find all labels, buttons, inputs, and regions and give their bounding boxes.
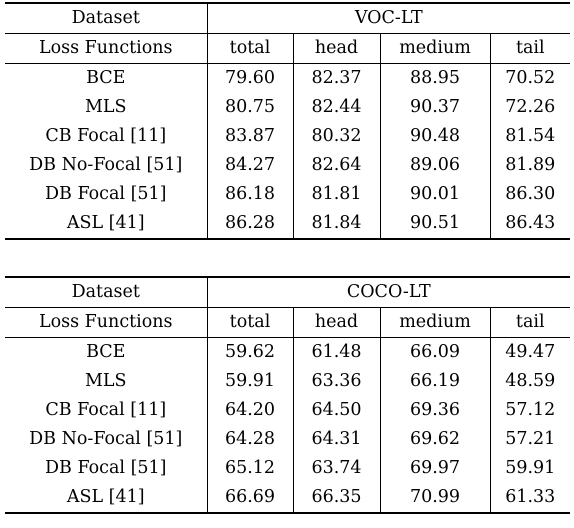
voc-cell-0-medium: 88.95 <box>379 63 490 93</box>
coco-column-header-row: Loss Functions total head medium tail <box>5 307 571 338</box>
voc-cell-3-total: 84.27 <box>224 154 276 175</box>
coco-col-header-tail: tail <box>489 307 571 338</box>
coco-cell-2-head: 64.50 <box>292 396 380 425</box>
coco-cell-3-head: 64.31 <box>292 425 380 454</box>
voc-row-header-label: Loss Functions <box>5 33 208 64</box>
table-row: MLS 59.91 63.36 66.19 48.59 <box>5 367 571 396</box>
voc-cell-5-total: 86.28 <box>207 209 293 240</box>
coco-cell-3-tail: 57.21 <box>489 425 571 454</box>
coco-cell-0-tail: 49.47 <box>489 337 571 367</box>
table-row: CB Focal [11] 83.87 80.32 90.48 81.54 <box>5 122 571 151</box>
coco-cell-5-total: 66.69 <box>207 483 293 514</box>
voc-cell-0-total: 79.60 <box>207 63 293 93</box>
coco-cell-0-head: 61.48 <box>292 337 380 367</box>
coco-cell-0-total: 59.62 <box>207 337 293 367</box>
coco-lt-table: Dataset COCO-LT Loss Functions total hea… <box>5 276 571 514</box>
voc-dataset-header-row: Dataset VOC-LT <box>5 2 571 34</box>
coco-cell-4-total: 65.12 <box>224 457 276 478</box>
voc-corner-label: Dataset <box>5 2 208 34</box>
coco-corner-label: Dataset <box>5 276 208 308</box>
table-row: BCE 59.62 61.48 66.09 49.47 <box>5 337 571 367</box>
voc-cell-4-medium: 90.01 <box>379 180 490 209</box>
coco-cell-0-medium: 66.09 <box>379 337 490 367</box>
voc-cell-1-tail: 72.26 <box>489 93 571 122</box>
results-tables-page: Dataset VOC-LT Loss Functions total head… <box>0 0 574 528</box>
coco-dataset-name: COCO-LT <box>207 276 571 308</box>
voc-cell-2-medium: 90.48 <box>379 122 490 151</box>
voc-cell-4-tail: 86.30 <box>489 180 571 209</box>
coco-dataset-header-row: Dataset COCO-LT <box>5 276 571 308</box>
voc-cell-4-head: 81.81 <box>292 180 380 209</box>
table-row: DB No-Focal [51] 84.27 82.64 89.06 81.89 <box>5 151 571 180</box>
voc-cell-1-medium: 90.37 <box>379 93 490 122</box>
voc-row-label-4: DB Focal [51] <box>5 180 208 209</box>
coco-cell-4-medium: 69.97 <box>379 454 490 483</box>
table-row: MLS 80.75 82.44 90.37 72.26 <box>5 93 571 122</box>
coco-cell-3-total: 64.28 <box>224 428 276 449</box>
coco-cell-5-tail: 61.33 <box>489 483 571 514</box>
voc-dataset-name: VOC-LT <box>207 2 571 34</box>
voc-cell-5-head: 81.84 <box>292 209 380 240</box>
voc-cell-3-tail: 81.89 <box>489 151 571 180</box>
table-row: DB No-Focal [51] 64.28 64.31 69.62 57.21 <box>5 425 571 454</box>
voc-row-label-0: BCE <box>5 63 208 93</box>
voc-cell-3-head: 82.64 <box>292 151 380 180</box>
coco-row-label-2: CB Focal [11] <box>5 396 208 425</box>
table-row: ASL [41] 86.28 81.84 90.51 86.43 <box>5 209 571 240</box>
coco-cell-5-head: 66.35 <box>292 483 380 514</box>
coco-cell-4-head: 63.74 <box>292 454 380 483</box>
voc-cell-0-head: 82.37 <box>292 63 380 93</box>
voc-cell-1-head: 82.44 <box>292 93 380 122</box>
voc-cell-5-medium: 90.51 <box>379 209 490 240</box>
voc-row-label-3: DB No-Focal [51] <box>5 151 208 180</box>
table-row: DB Focal [51] 86.18 81.81 90.01 86.30 <box>5 180 571 209</box>
coco-cell-1-tail: 48.59 <box>489 367 571 396</box>
coco-cell-2-total: 64.20 <box>224 399 276 420</box>
coco-cell-3-medium: 69.62 <box>379 425 490 454</box>
coco-row-label-5: ASL [41] <box>5 483 208 514</box>
voc-cell-0-tail: 70.52 <box>489 63 571 93</box>
voc-row-label-5: ASL [41] <box>5 209 208 240</box>
voc-cell-2-tail: 81.54 <box>489 122 571 151</box>
voc-lt-results-table: Dataset VOC-LT Loss Functions total head… <box>5 2 571 240</box>
voc-column-header-row: Loss Functions total head medium tail <box>5 33 571 64</box>
coco-cell-2-medium: 69.36 <box>379 396 490 425</box>
coco-cell-1-head: 63.36 <box>292 367 380 396</box>
table-row: CB Focal [11] 64.20 64.50 69.36 57.12 <box>5 396 571 425</box>
coco-row-label-3: DB No-Focal [51] <box>5 425 208 454</box>
voc-cell-2-head: 80.32 <box>292 122 380 151</box>
coco-row-header-label: Loss Functions <box>5 307 208 338</box>
coco-row-label-4: DB Focal [51] <box>5 454 208 483</box>
coco-cell-1-total: 59.91 <box>224 370 276 391</box>
voc-col-header-tail: tail <box>489 33 571 64</box>
coco-col-header-total: total <box>207 307 293 338</box>
coco-col-header-head: head <box>292 307 380 338</box>
table-row: ASL [41] 66.69 66.35 70.99 61.33 <box>5 483 571 514</box>
voc-col-header-medium: medium <box>379 33 490 64</box>
voc-cell-5-tail: 86.43 <box>489 209 571 240</box>
voc-cell-3-medium: 89.06 <box>379 151 490 180</box>
voc-col-header-head: head <box>292 33 380 64</box>
table-row: DB Focal [51] 65.12 63.74 69.97 59.91 <box>5 454 571 483</box>
coco-row-label-1: MLS <box>5 367 208 396</box>
voc-row-label-1: MLS <box>5 93 208 122</box>
voc-cell-4-total: 86.18 <box>224 183 276 204</box>
voc-cell-2-total: 83.87 <box>224 125 276 146</box>
voc-row-label-2: CB Focal [11] <box>5 122 208 151</box>
coco-row-label-0: BCE <box>5 337 208 367</box>
voc-col-header-total: total <box>207 33 293 64</box>
coco-col-header-medium: medium <box>379 307 490 338</box>
voc-cell-1-total: 80.75 <box>224 96 276 117</box>
table-row: BCE 79.60 82.37 88.95 70.52 <box>5 63 571 93</box>
voc-lt-table: Dataset VOC-LT Loss Functions total head… <box>5 2 571 240</box>
coco-cell-4-tail: 59.91 <box>489 454 571 483</box>
coco-lt-results-table: Dataset COCO-LT Loss Functions total hea… <box>5 276 571 514</box>
coco-cell-1-medium: 66.19 <box>379 367 490 396</box>
coco-cell-2-tail: 57.12 <box>489 396 571 425</box>
coco-cell-5-medium: 70.99 <box>379 483 490 514</box>
